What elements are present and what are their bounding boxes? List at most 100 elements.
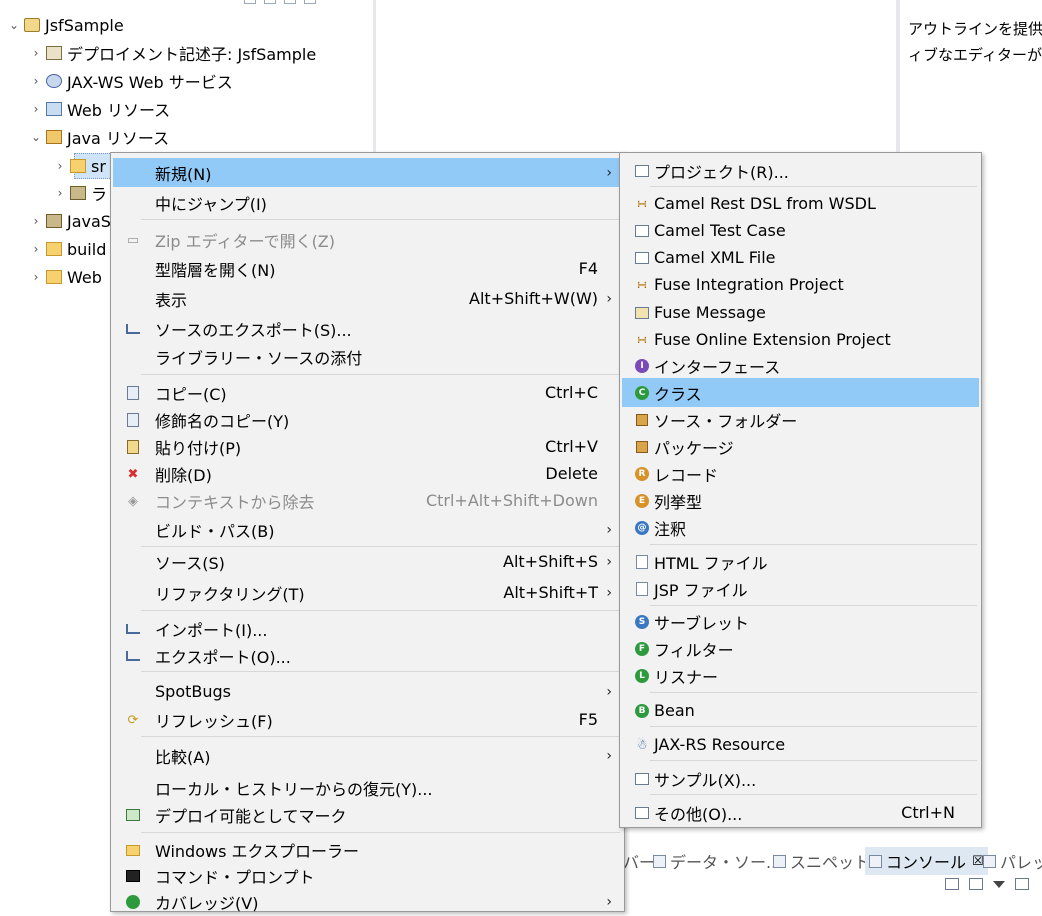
submenu-item-record[interactable]: R レコード — [622, 459, 979, 488]
web-service-icon — [46, 74, 62, 88]
tree-item-libraries[interactable]: › ラ — [50, 180, 107, 206]
submenu-item-filter[interactable]: F フィルター — [622, 634, 979, 663]
copy-qualified-icon — [127, 413, 139, 427]
tab-data-source[interactable]: データ・ソー... — [653, 847, 781, 875]
display-console-icon[interactable] — [969, 878, 983, 890]
menu-item-import[interactable]: インポート(I)... — [113, 614, 622, 643]
menu-item-mark-deployable[interactable]: デプロイ可能としてマーク — [113, 800, 622, 829]
menu-separator — [650, 692, 977, 693]
menu-item-command-prompt[interactable]: コマンド・プロンプト — [113, 861, 622, 890]
submenu-item-camel-rest-dsl[interactable]: ∺ Camel Rest DSL from WSDL — [622, 189, 979, 218]
tree-item-deployment-descriptor[interactable]: › デプロイメント記述子: JsfSample — [26, 40, 317, 66]
menu-item-windows-explorer[interactable]: Windows エクスプローラー — [113, 835, 622, 864]
menu-separator — [650, 760, 977, 761]
tree-item-jaxws[interactable]: › JAX-WS Web サービス — [26, 68, 233, 94]
filter-icon[interactable] — [284, 0, 296, 4]
chevron-right-icon[interactable]: › — [26, 270, 46, 284]
menu-item-compare-with[interactable]: 比較(A) › — [113, 741, 622, 770]
submenu-item-servlet[interactable]: S サーブレット — [622, 607, 979, 636]
tree-item-project[interactable]: ⌄ JsfSample — [4, 12, 124, 38]
tree-item-java-resources[interactable]: ⌄ Java リソース — [26, 124, 169, 150]
menu-item-coverage[interactable]: カバレッジ(V) › — [113, 887, 622, 916]
web-project-icon — [24, 18, 40, 32]
record-icon: R — [635, 467, 649, 481]
menu-item-attach-library-source[interactable]: ライブラリー・ソースの添付 — [113, 342, 622, 371]
submenu-item-package[interactable]: パッケージ — [622, 432, 979, 461]
tab-console[interactable]: コンソール ☒ — [865, 847, 988, 875]
menu-item-open-zip-editor[interactable]: ▭ Zip エディターで開く(Z) — [113, 225, 622, 254]
submenu-item-interface[interactable]: I インターフェース — [622, 351, 979, 380]
submenu-arrow-icon: › — [606, 164, 612, 181]
submenu-item-example[interactable]: サンプル(X)... — [622, 764, 979, 793]
submenu-item-jsp-file[interactable]: JSP ファイル — [622, 574, 979, 603]
submenu-item-class[interactable]: C クラス — [622, 378, 979, 407]
view-menu-icon[interactable] — [304, 0, 316, 4]
link-editor-icon[interactable] — [264, 0, 276, 4]
menu-item-copy[interactable]: コピー(C) Ctrl+C — [113, 378, 622, 407]
view-menu-icon[interactable] — [993, 881, 1005, 888]
submenu-item-fuse-message[interactable]: Fuse Message — [622, 298, 979, 327]
delete-icon: ✖ — [127, 466, 139, 482]
menu-item-source[interactable]: ソース(S) Alt+Shift+S › — [113, 547, 622, 576]
submenu-item-jaxrs-resource[interactable]: ☃ JAX-RS Resource — [622, 730, 979, 759]
submenu-item-enum[interactable]: E 列挙型 — [622, 486, 979, 515]
submenu-item-bean[interactable]: B Bean — [622, 696, 979, 725]
menu-item-paste[interactable]: 貼り付け(P) Ctrl+V — [113, 432, 622, 461]
menu-item-restore-from-history[interactable]: ローカル・ヒストリーからの復元(Y)... — [113, 773, 622, 802]
tree-item-webcontent[interactable]: › Web — [26, 264, 102, 290]
submenu-item-other[interactable]: その他(O)... Ctrl+N — [622, 798, 979, 827]
sample-icon — [635, 773, 649, 785]
submenu-item-project[interactable]: プロジェクト(R)... — [622, 156, 979, 185]
menu-item-export-source[interactable]: ソースのエクスポート(S)... — [113, 314, 622, 343]
remove-context-icon: ◈ — [128, 493, 138, 509]
filter-icon: F — [635, 642, 649, 656]
menu-item-export[interactable]: エクスポート(O)... — [113, 641, 622, 670]
menu-item-new[interactable]: 新規(N) › — [113, 158, 622, 187]
chevron-right-icon[interactable]: › — [26, 102, 46, 116]
chevron-down-icon[interactable]: ⌄ — [26, 130, 46, 144]
tab-label: コンソール — [886, 853, 967, 872]
tab-snippets[interactable]: スニペット — [773, 847, 870, 875]
menu-item-go-into[interactable]: 中にジャンプ(I) — [113, 188, 622, 217]
menu-item-delete[interactable]: ✖ 削除(D) Delete — [113, 459, 622, 488]
tree-item-label: JAX-WS Web サービス — [67, 73, 233, 92]
submenu-item-annotation[interactable]: @ 注釈 — [622, 513, 979, 542]
submenu-item-fuse-integration-project[interactable]: ∺ Fuse Integration Project — [622, 270, 979, 299]
menu-item-refresh[interactable]: ⟳ リフレッシュ(F) F5 — [113, 705, 622, 734]
submenu-item-html-file[interactable]: HTML ファイル — [622, 547, 979, 576]
menu-item-build-path[interactable]: ビルド・パス(B) › — [113, 515, 622, 544]
tree-item-src[interactable]: › sr — [50, 153, 106, 179]
chevron-right-icon[interactable]: › — [26, 46, 46, 60]
menu-item-copy-qualified-name[interactable]: 修飾名のコピー(Y) — [113, 405, 622, 434]
tab-palette[interactable]: パレッ — [983, 847, 1042, 875]
close-tab-icon[interactable]: ☒ — [972, 854, 984, 869]
camel-icon: ∺ — [636, 196, 648, 212]
menu-item-spotbugs[interactable]: SpotBugs › — [113, 677, 622, 706]
tree-item-web-resources[interactable]: › Web リソース — [26, 96, 171, 122]
menu-item-show-in[interactable]: 表示 Alt+Shift+W(W) › — [113, 284, 622, 313]
submenu-item-fuse-online-extension[interactable]: ∺ Fuse Online Extension Project — [622, 325, 979, 354]
chevron-right-icon[interactable]: › — [26, 214, 46, 228]
open-console-icon[interactable] — [945, 878, 959, 890]
submenu-item-source-folder[interactable]: ソース・フォルダー — [622, 405, 979, 434]
menu-item-refactor[interactable]: リファクタリング(T) Alt+Shift+T › — [113, 578, 622, 607]
submenu-item-camel-test-case[interactable]: Camel Test Case — [622, 216, 979, 245]
chevron-right-icon[interactable]: › — [26, 74, 46, 88]
bean-icon: B — [635, 704, 649, 718]
chevron-down-icon[interactable]: ⌄ — [4, 18, 24, 32]
tree-item-build[interactable]: › build — [26, 236, 107, 262]
tree-item-javascript[interactable]: › JavaS — [26, 208, 111, 234]
submenu-item-camel-xml-file[interactable]: Camel XML File — [622, 243, 979, 272]
tab-partial[interactable]: バー — [623, 847, 655, 875]
new-console-icon[interactable] — [1015, 878, 1029, 890]
menu-item-open-type-hierarchy[interactable]: 型階層を開く(N) F4 — [113, 254, 622, 283]
chevron-right-icon[interactable]: › — [50, 159, 70, 173]
collapse-all-icon[interactable] — [244, 0, 256, 4]
data-source-icon — [653, 854, 666, 868]
submenu-item-listener[interactable]: L リスナー — [622, 661, 979, 690]
chevron-right-icon[interactable]: › — [26, 242, 46, 256]
chevron-right-icon[interactable]: › — [50, 186, 70, 200]
tree-item-label: sr — [91, 156, 106, 176]
menu-item-remove-from-context[interactable]: ◈ コンテキストから除去 Ctrl+Alt+Shift+Down — [113, 486, 622, 515]
tab-label: パレッ — [1000, 853, 1042, 872]
